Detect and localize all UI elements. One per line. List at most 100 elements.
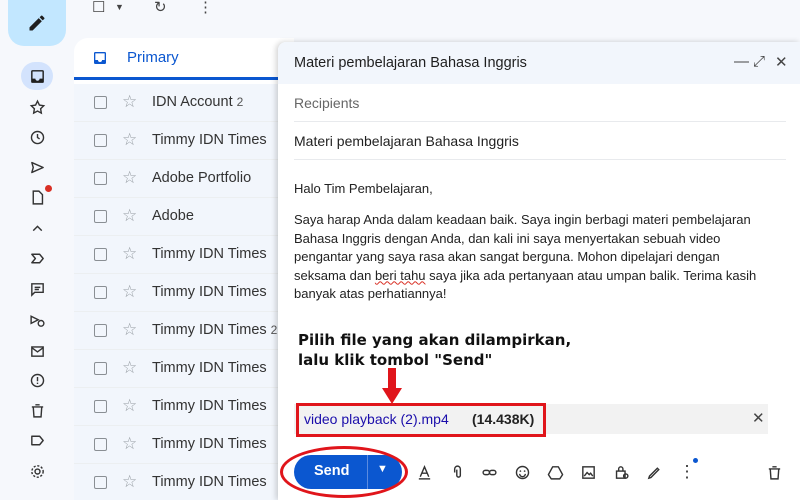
- star-icon[interactable]: ☆: [122, 168, 137, 188]
- starred-icon[interactable]: [21, 93, 53, 121]
- important-label-icon[interactable]: [21, 244, 53, 272]
- star-icon[interactable]: ☆: [122, 282, 137, 302]
- row-sender: Timmy IDN Times: [152, 246, 267, 262]
- chevron-up-icon[interactable]: [21, 214, 53, 242]
- list-toolbar: ☐ ▼ ↻ ⋮: [74, 0, 284, 18]
- minimize-icon[interactable]: —: [734, 53, 749, 70]
- row-checkbox[interactable]: [94, 172, 107, 185]
- row-checkbox[interactable]: [94, 476, 107, 489]
- row-checkbox[interactable]: [94, 210, 107, 223]
- refresh-icon[interactable]: ↻: [154, 0, 167, 16]
- attach-file-icon[interactable]: [447, 462, 467, 482]
- expand-icon[interactable]: ⤢: [753, 53, 765, 70]
- sent-icon[interactable]: [21, 153, 53, 181]
- body-line: Saya harap Anda dalam keadaan baik. Saya…: [294, 212, 751, 227]
- pencil-icon: [29, 15, 45, 31]
- star-icon[interactable]: ☆: [122, 358, 137, 378]
- table-row[interactable]: ☆ Timmy IDN Times: [74, 350, 294, 388]
- navigation-rail: [0, 0, 74, 500]
- body-line: seksama dan beri tahu saya jika ada pert…: [294, 267, 757, 283]
- remove-attachment-icon[interactable]: ✕: [752, 409, 765, 427]
- tutorial-annotation: Pilih file yang akan dilampirkan, lalu k…: [298, 331, 572, 369]
- star-icon[interactable]: ☆: [122, 434, 137, 454]
- row-sender: Timmy IDN Times: [152, 360, 267, 376]
- table-row[interactable]: ☆ Timmy IDN Times 2: [74, 312, 294, 350]
- select-all-checkbox[interactable]: ☐: [92, 0, 105, 16]
- snoozed-clock-icon[interactable]: [21, 123, 53, 151]
- compose-button[interactable]: [8, 0, 66, 46]
- star-icon[interactable]: ☆: [122, 396, 137, 416]
- more-options-icon[interactable]: ⋮: [198, 0, 213, 16]
- drive-icon[interactable]: [545, 462, 565, 482]
- row-checkbox[interactable]: [94, 286, 107, 299]
- table-row[interactable]: ☆ Adobe: [74, 198, 294, 236]
- confidential-mode-icon[interactable]: [611, 462, 631, 482]
- greeting-text: Halo Tim Pembelajaran,: [294, 181, 433, 196]
- arrow-down-icon: [382, 368, 402, 404]
- table-row[interactable]: ☆ Timmy IDN Times: [74, 426, 294, 464]
- star-icon[interactable]: ☆: [122, 206, 137, 226]
- row-checkbox[interactable]: [94, 248, 107, 261]
- body-line: banyak atas perhatiannya!: [294, 286, 447, 301]
- select-dropdown-caret-icon[interactable]: ▼: [115, 2, 124, 12]
- table-row[interactable]: ☆ Adobe Portfolio: [74, 160, 294, 198]
- star-icon[interactable]: ☆: [122, 130, 137, 150]
- row-checkbox[interactable]: [94, 400, 107, 413]
- row-sender: Timmy IDN Times: [152, 398, 267, 414]
- recipients-field[interactable]: Recipients: [294, 84, 786, 122]
- subject-text: Materi pembelajaran Bahasa Inggris: [294, 133, 519, 149]
- compose-title: Materi pembelajaran Bahasa Inggris: [294, 55, 527, 71]
- row-sender: Adobe: [152, 208, 194, 224]
- message-body[interactable]: Saya harap Anda dalam keadaan baik. Saya…: [294, 211, 772, 304]
- all-mail-icon[interactable]: [21, 336, 53, 364]
- label-icon[interactable]: [21, 426, 53, 454]
- tab-primary[interactable]: Primary: [74, 38, 294, 80]
- subject-field[interactable]: Materi pembelajaran Bahasa Inggris: [294, 122, 786, 160]
- spam-icon[interactable]: [21, 366, 53, 394]
- more-options-badge-dot: [693, 458, 698, 463]
- table-row[interactable]: ☆ IDN Account 2: [74, 84, 294, 122]
- star-icon[interactable]: ☆: [122, 472, 137, 492]
- discard-draft-trash-icon[interactable]: [764, 462, 784, 482]
- row-checkbox[interactable]: [94, 438, 107, 451]
- star-icon[interactable]: ☆: [122, 244, 137, 264]
- table-row[interactable]: ☆ Timmy IDN Times: [74, 122, 294, 160]
- thread-count: 2: [236, 95, 244, 109]
- message-list: Primary ☆ IDN Account 2 ☆ Timmy IDN Times ☆ Ad…: [74, 38, 294, 500]
- tab-primary-label: Primary: [127, 49, 179, 66]
- star-icon[interactable]: ☆: [122, 320, 137, 340]
- compose-header: Materi pembelajaran Bahasa Inggris — ⤢ ✕: [278, 42, 800, 84]
- row-checkbox[interactable]: [94, 362, 107, 375]
- row-sender: IDN Account 2: [152, 94, 244, 110]
- recipients-placeholder: Recipients: [294, 95, 360, 111]
- more-options-compose-icon[interactable]: ⋮: [677, 462, 697, 482]
- thread-count: 2: [270, 323, 278, 337]
- star-icon[interactable]: ☆: [122, 92, 137, 112]
- table-row[interactable]: ☆ Timmy IDN Times: [74, 388, 294, 426]
- row-checkbox[interactable]: [94, 324, 107, 337]
- table-row[interactable]: ☆ Timmy IDN Times: [74, 464, 294, 500]
- inbox-icon[interactable]: [21, 62, 53, 90]
- row-checkbox[interactable]: [94, 96, 107, 109]
- row-sender: Timmy IDN Times: [152, 132, 267, 148]
- row-sender: Timmy IDN Times: [152, 474, 267, 490]
- table-row[interactable]: ☆ Timmy IDN Times: [74, 274, 294, 312]
- trash-icon[interactable]: [21, 396, 53, 424]
- close-icon[interactable]: ✕: [775, 53, 788, 71]
- row-checkbox[interactable]: [94, 134, 107, 147]
- chats-icon[interactable]: [21, 275, 53, 303]
- row-sender: Timmy IDN Times: [152, 436, 267, 452]
- row-sender: Timmy IDN Times 2: [152, 322, 278, 338]
- insert-link-icon[interactable]: [479, 462, 499, 482]
- drafts-badge-dot: [45, 185, 52, 192]
- attachment-highlight-box: [296, 403, 546, 437]
- insert-photo-icon[interactable]: [578, 462, 598, 482]
- scheduled-icon[interactable]: [21, 306, 53, 334]
- formatting-options-icon[interactable]: [414, 462, 434, 482]
- row-sender: Adobe Portfolio: [152, 170, 252, 186]
- signature-pen-icon[interactable]: [644, 462, 664, 482]
- send-highlight-ellipse: [280, 446, 408, 498]
- emoji-icon[interactable]: [512, 462, 532, 482]
- table-row[interactable]: ☆ Timmy IDN Times: [74, 236, 294, 274]
- settings-gear-icon[interactable]: [21, 457, 53, 485]
